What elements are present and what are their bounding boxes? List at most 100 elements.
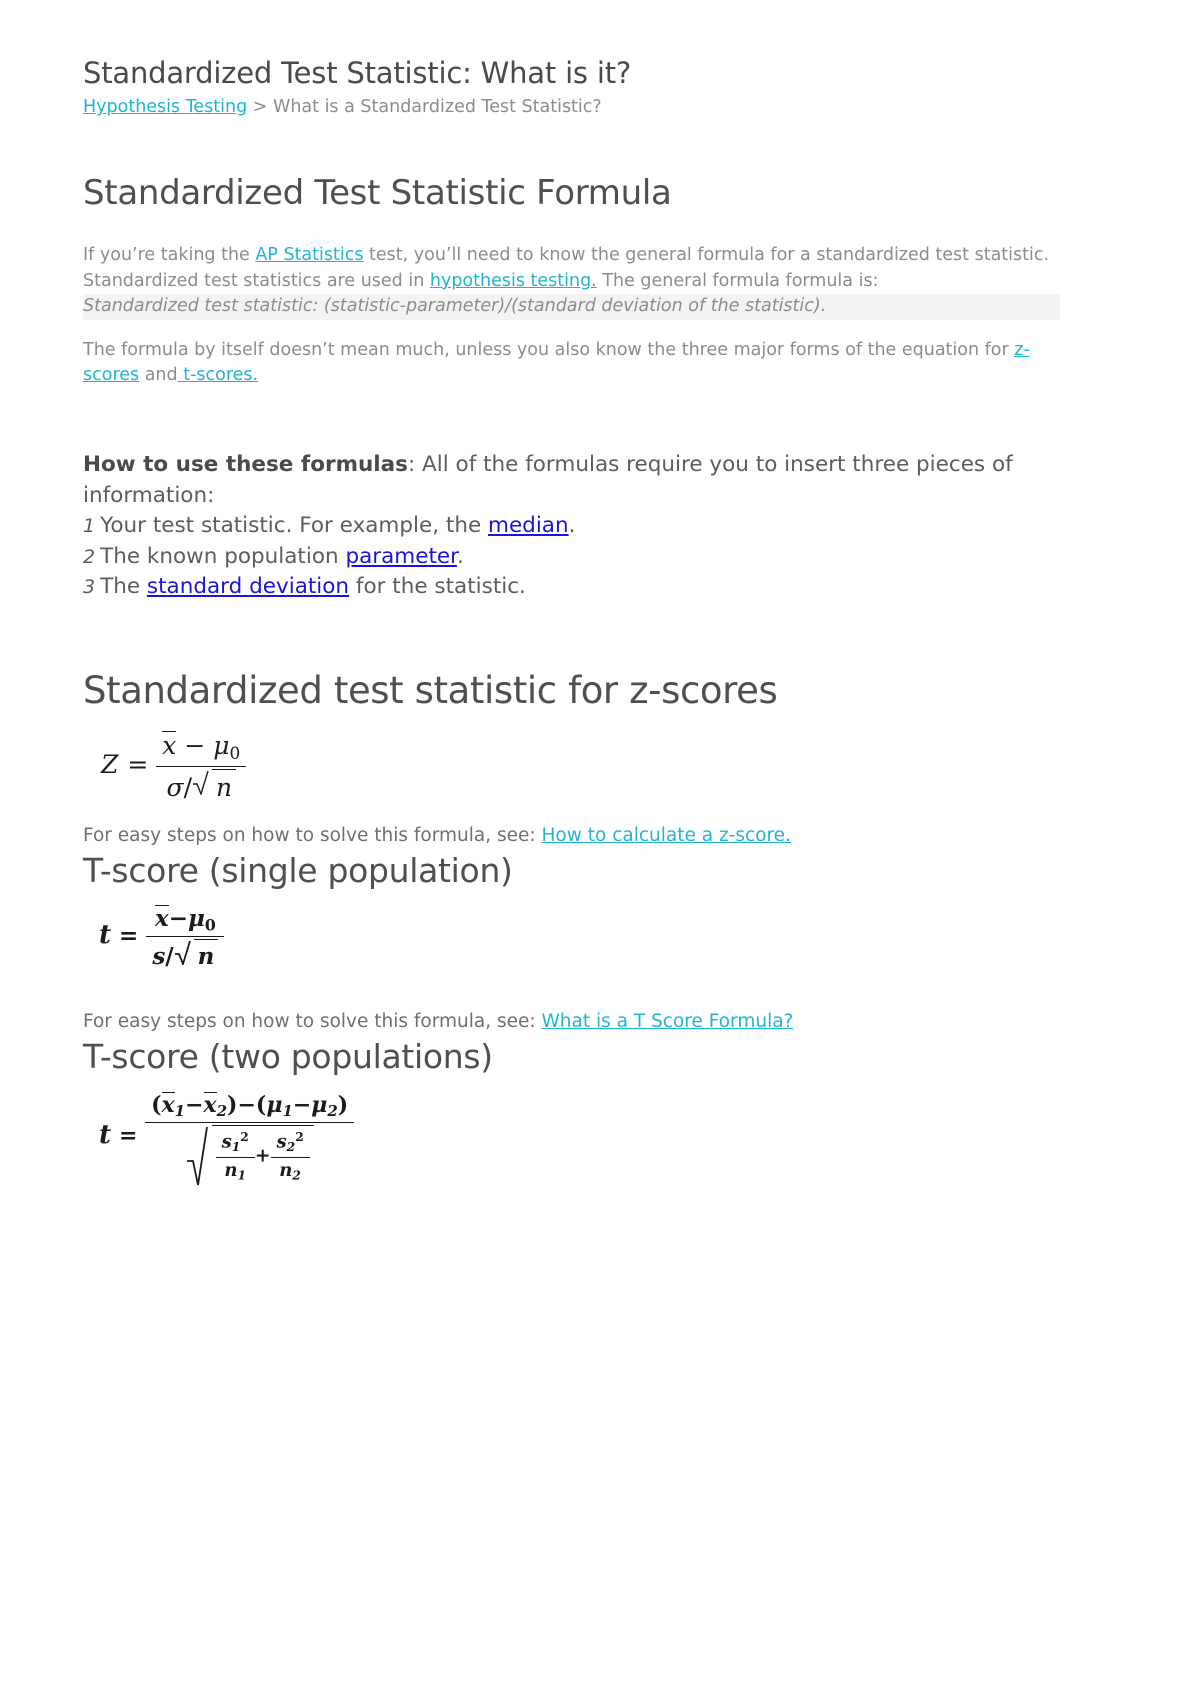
sigma-symbol: σ (166, 773, 184, 803)
link-median[interactable]: median (488, 513, 569, 538)
slash: / (183, 773, 192, 803)
formula-t1-fraction: x−μ0 s/ n (146, 904, 225, 971)
formula-z-fraction: x − μ0 σ/ n (156, 731, 247, 803)
x2-subscript: 2 (216, 1102, 228, 1121)
page-title: Standardized Test Statistic: What is it? (83, 56, 632, 90)
n2-symbol: n (279, 1159, 293, 1181)
list-text-pre: The known population (100, 543, 346, 569)
list-item: 3 The standard deviation for the statisti… (83, 572, 1060, 603)
breadcrumb-link-hypothesis-testing[interactable]: Hypothesis Testing (83, 97, 247, 117)
sqrt-icon (193, 770, 209, 796)
link-how-to-calculate-z-score[interactable]: How to calculate a z-score. (542, 825, 791, 846)
three-forms-part2: and (139, 364, 178, 385)
formula-z-numerator: x − μ0 (156, 731, 247, 768)
s2-symbol: s (276, 1132, 287, 1154)
n1-subscript: 1 (237, 1167, 247, 1182)
breadcrumb-separator: > (247, 97, 274, 118)
formula-t1-equals: = (119, 922, 139, 950)
term-s1-over-n1: s12 n1 (215, 1129, 255, 1182)
mu-subscript: 0 (229, 744, 241, 765)
s1-squared: s12 (215, 1129, 255, 1158)
plus-sign: + (254, 1144, 271, 1167)
formula-t1-lhs: t (99, 920, 112, 951)
x1-bar: x (161, 1092, 175, 1119)
formula-z-equals: = (127, 750, 149, 780)
mu1-subscript: 1 (282, 1102, 293, 1121)
list-text-post: for the statistic. (349, 574, 526, 600)
x-bar: x (155, 904, 169, 932)
n1-symbol: n (224, 1159, 238, 1181)
list-text-pre: Your test statistic. For example, the (100, 513, 489, 539)
document-page: Standardized Test Statistic: What is it?… (0, 0, 1200, 1698)
section-heading-tscore-two: T-score (two populations) (83, 1036, 493, 1076)
howto-label: How to use these formulas (83, 452, 408, 478)
list-number: 1 (83, 515, 96, 538)
list-text-pre: The (100, 574, 147, 600)
formula-t2-lhs: t (99, 1120, 112, 1151)
sqrt-icon (174, 940, 191, 966)
s2-subscript: 2 (286, 1139, 296, 1155)
formula-z-lhs: Z (101, 750, 119, 780)
see-also-text: For easy steps on how to solve this form… (83, 825, 542, 847)
howto-intro: How to use these formulas: All of the fo… (83, 450, 1060, 511)
mu-subscript: 0 (204, 915, 216, 935)
mu2-subscript: 2 (327, 1102, 338, 1121)
formula-t1-numerator: x−μ0 (146, 904, 225, 938)
sqrt-group: n (174, 939, 219, 970)
minus-sign: − (168, 904, 188, 932)
minus-sign: − (185, 1092, 204, 1119)
paragraph-three-forms: The formula by itself doesn’t mean much,… (83, 338, 1060, 389)
section-heading-tscore-single: T-score (single population) (83, 851, 513, 891)
link-t-scores[interactable]: t-scores. (178, 365, 258, 385)
n2-term: n2 (271, 1158, 310, 1182)
list-item: 2 The known population parameter. (83, 542, 1060, 573)
s1-symbol: s (221, 1132, 232, 1154)
sqrt-group: s12 n1 + s22 n2 (186, 1125, 314, 1186)
section-heading-zscore: Standardized test statistic for z-scores (83, 668, 778, 712)
paragraph-intro: If you’re taking the AP Statistics test,… (83, 243, 1060, 320)
howto-block: How to use these formulas: All of the fo… (83, 450, 1060, 603)
link-ap-statistics[interactable]: AP Statistics (255, 245, 363, 265)
sqrt-radicand: n (212, 769, 237, 802)
term-s2-over-n2: s22 n2 (270, 1129, 310, 1182)
list-text-post: . (456, 543, 464, 569)
three-forms-part1: The formula by itself doesn’t mean much,… (83, 339, 1015, 360)
mu2-symbol: μ (311, 1092, 328, 1119)
formula-t-single: t = x−μ0 s/ n (99, 904, 1060, 1009)
sqrt-radicand: n (193, 939, 219, 970)
mu-symbol: μ (188, 904, 205, 932)
link-standard-deviation[interactable]: standard deviation (147, 574, 349, 599)
s1-exponent: 2 (240, 1129, 249, 1145)
n1-term: n1 (216, 1158, 255, 1182)
slash: / (165, 943, 174, 971)
intro-text-part3: The general formula formula is: (596, 270, 879, 291)
minus-middle: − (237, 1092, 256, 1119)
link-parameter[interactable]: parameter (345, 544, 457, 569)
formula-t2-fraction: (x1−x2)−(μ1−μ2) s12 n1 + s22 n2 (145, 1092, 355, 1186)
minus-sign: − (184, 731, 206, 761)
intro-text-part1: If you’re taking the (83, 245, 256, 266)
minus-sign-2: − (292, 1092, 312, 1119)
x1-subscript: 1 (174, 1102, 186, 1121)
link-hypothesis-testing[interactable]: hypothesis testing. (430, 271, 597, 291)
formula-t2-numerator: (x1−x2)−(μ1−μ2) (145, 1092, 355, 1124)
s2-exponent: 2 (295, 1129, 304, 1145)
formula-t-two-populations: t = (x1−x2)−(μ1−μ2) s12 n1 + s22 n2 (99, 1092, 1060, 1242)
mu1-symbol: μ (266, 1092, 283, 1119)
formula-t2-denominator: s12 n1 + s22 n2 (145, 1123, 354, 1186)
general-formula-text: Standardized test statistic: (statistic-… (83, 294, 1060, 320)
list-number: 3 (83, 576, 96, 599)
mu-symbol: μ (213, 731, 230, 761)
s2-squared: s22 (270, 1129, 310, 1158)
x-bar: x (162, 731, 177, 761)
section-heading-formula: Standardized Test Statistic Formula (83, 172, 672, 213)
see-also-tscore: For easy steps on how to solve this form… (83, 1009, 1060, 1035)
list-text-post: . (568, 513, 576, 539)
s-symbol: s (152, 943, 166, 971)
n2-subscript: 2 (292, 1167, 301, 1182)
sqrt-radicand: s12 n1 + s22 n2 (211, 1125, 314, 1182)
link-what-is-a-t-score-formula[interactable]: What is a T Score Formula? (542, 1011, 794, 1032)
formula-t2-equals: = (119, 1123, 138, 1150)
list-item: 1 Your test statistic. For example, the m… (83, 511, 1060, 542)
